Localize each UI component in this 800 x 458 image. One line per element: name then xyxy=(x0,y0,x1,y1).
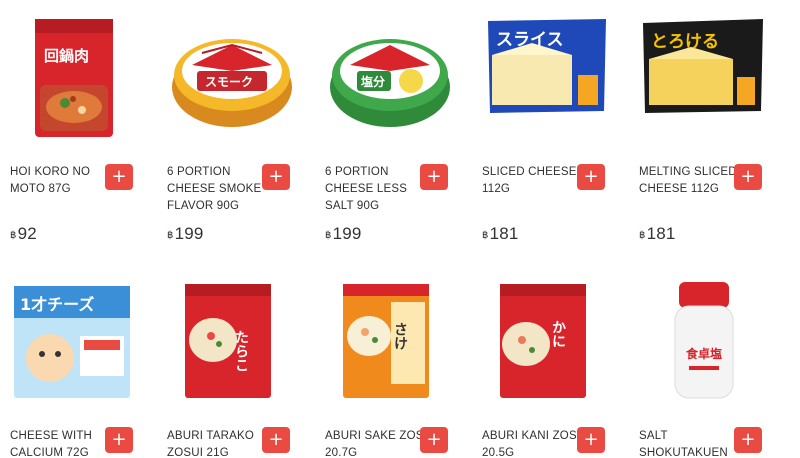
add-to-cart-button[interactable]: + xyxy=(105,164,133,190)
product-image[interactable]: かに xyxy=(482,280,612,405)
sauce-pouch-image: 回鍋肉 xyxy=(35,19,113,137)
add-to-cart-button[interactable]: + xyxy=(734,427,762,453)
add-to-cart-button[interactable]: + xyxy=(262,427,290,453)
price-value: 199 xyxy=(174,224,204,243)
svg-text:スモーク: スモーク xyxy=(205,75,253,89)
currency-symbol: ฿ xyxy=(482,230,489,241)
product-price: ฿181 xyxy=(482,224,519,244)
cheese-pack-image: スライス xyxy=(488,19,606,113)
product-image[interactable]: さけ xyxy=(325,280,455,405)
svg-text:塩分: 塩分 xyxy=(361,74,385,89)
cheese-box-image: 塩分 xyxy=(330,39,450,127)
add-to-cart-button[interactable]: + xyxy=(420,164,448,190)
soup-pouch-image: たらこ xyxy=(185,284,271,398)
salt-shaker-image: 食卓塩 xyxy=(674,282,734,399)
product-price: ฿199 xyxy=(325,224,362,244)
currency-symbol: ฿ xyxy=(167,230,174,241)
price-value: 92 xyxy=(17,224,37,243)
currency-symbol: ฿ xyxy=(325,230,332,241)
add-to-cart-button[interactable]: + xyxy=(577,164,605,190)
add-to-cart-button[interactable]: + xyxy=(734,164,762,190)
currency-symbol: ฿ xyxy=(639,230,646,241)
svg-text:かに: かに xyxy=(550,320,566,348)
product-image[interactable]: 塩分 xyxy=(325,15,455,140)
svg-text:1才チーズ: 1才チーズ xyxy=(20,295,94,314)
product-image[interactable]: 食卓塩 xyxy=(639,280,769,405)
svg-text:たらこ: たらこ xyxy=(233,330,249,372)
price-value: 199 xyxy=(332,224,362,243)
product-image[interactable]: スモーク xyxy=(167,15,297,140)
svg-text:さけ: さけ xyxy=(392,322,408,350)
cheese-pack-image: 1才チーズ xyxy=(14,286,130,398)
product-price: ฿199 xyxy=(167,224,204,244)
svg-text:回鍋肉: 回鍋肉 xyxy=(44,47,89,65)
add-to-cart-button[interactable]: + xyxy=(420,427,448,453)
add-to-cart-button[interactable]: + xyxy=(577,427,605,453)
product-price: ฿92 xyxy=(10,224,37,244)
soup-pouch-image: さけ xyxy=(343,284,429,398)
cheese-pack-image: とろける xyxy=(643,19,763,113)
add-to-cart-button[interactable]: + xyxy=(105,427,133,453)
cheese-box-image: スモーク xyxy=(172,39,292,127)
product-price: ฿181 xyxy=(639,224,676,244)
price-value: 181 xyxy=(489,224,519,243)
soup-pouch-image: かに xyxy=(500,284,586,398)
svg-text:とろける: とろける xyxy=(651,32,719,52)
product-image[interactable]: たらこ xyxy=(167,280,297,405)
currency-symbol: ฿ xyxy=(10,230,17,241)
product-image[interactable]: 1才チーズ xyxy=(10,280,140,405)
product-image[interactable]: とろける xyxy=(639,15,769,140)
svg-text:スライス: スライス xyxy=(496,30,564,50)
price-value: 181 xyxy=(646,224,676,243)
product-image[interactable]: スライス xyxy=(482,15,612,140)
add-to-cart-button[interactable]: + xyxy=(262,164,290,190)
product-grid: 回鍋肉 HOI KORO NO MOTO 87G + ฿92 スモーク 6 PO… xyxy=(0,0,800,458)
svg-text:食卓塩: 食卓塩 xyxy=(685,346,722,361)
product-image[interactable]: 回鍋肉 xyxy=(10,15,140,140)
